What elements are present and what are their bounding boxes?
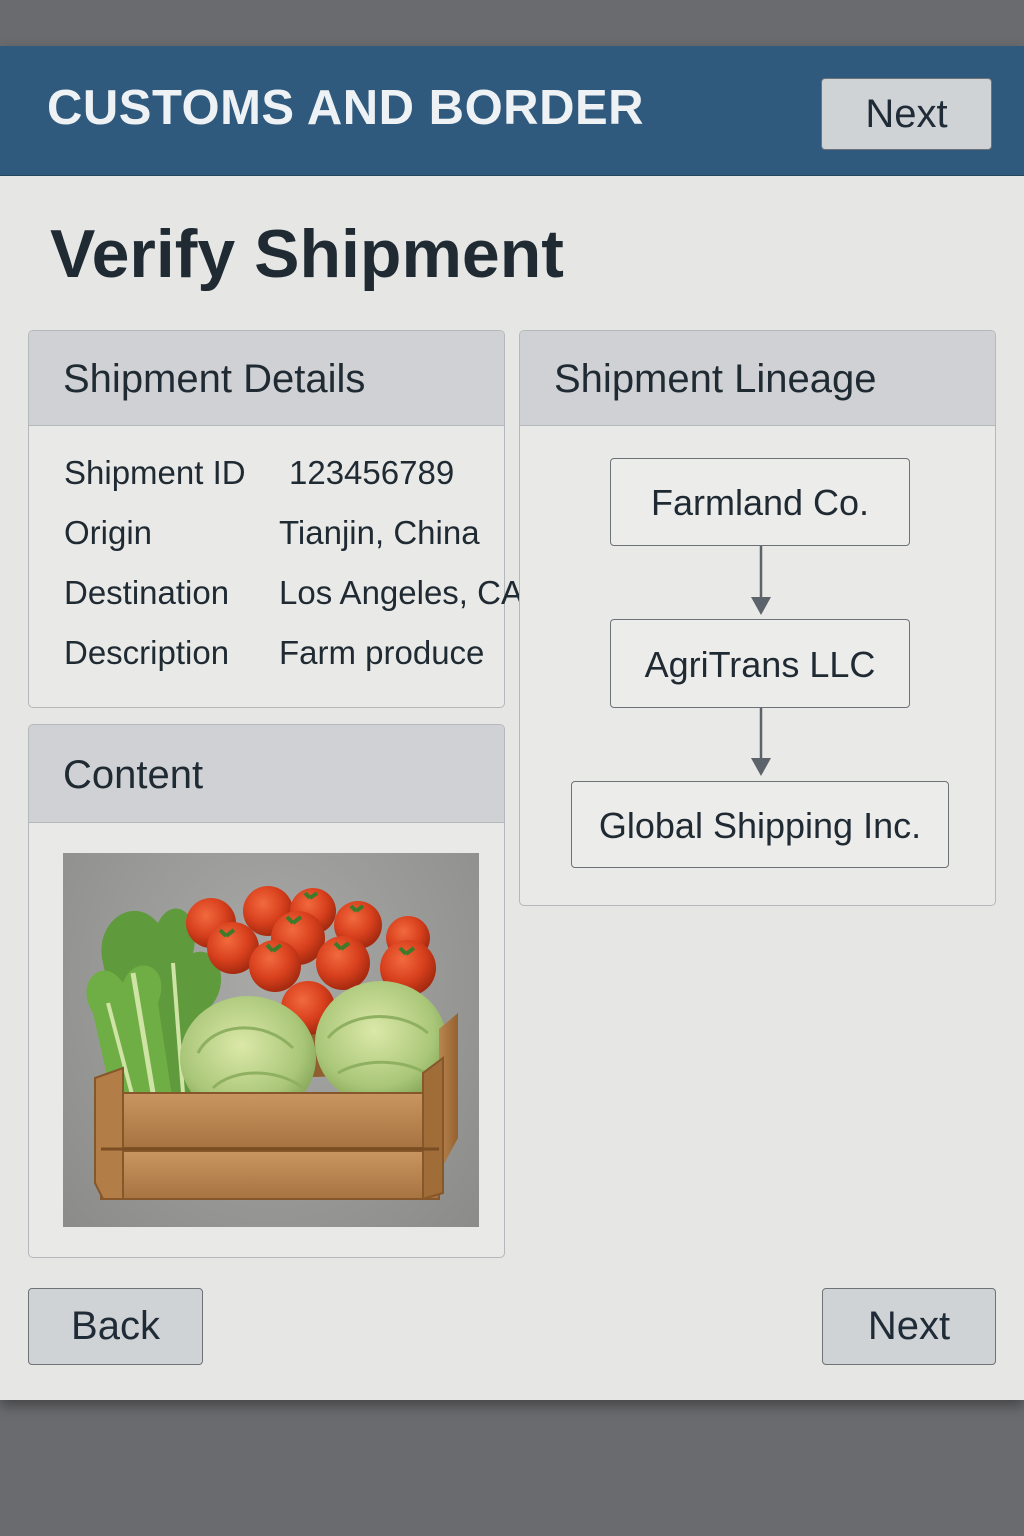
content-heading: Content bbox=[29, 725, 504, 823]
destination-value: Los Angeles, CA bbox=[279, 574, 523, 611]
shipment-id-label: Shipment ID bbox=[64, 454, 246, 491]
header-next-button[interactable]: Next bbox=[821, 78, 992, 150]
produce-crate-illustration bbox=[86, 886, 458, 1201]
lineage-node-farmland[interactable]: Farmland Co. bbox=[610, 458, 910, 546]
shipment-id-value: 123456789 bbox=[289, 454, 455, 491]
shipment-details-heading: Shipment Details bbox=[29, 331, 504, 426]
connector-arrow-2 bbox=[751, 708, 771, 776]
header-bar: CUSTOMS AND BORDER Next bbox=[0, 46, 1024, 176]
content-panel: Content bbox=[28, 724, 505, 1258]
description-label: Description bbox=[64, 634, 230, 671]
app-title: CUSTOMS AND BORDER bbox=[47, 81, 645, 135]
destination-label: Destination bbox=[64, 574, 230, 611]
shipment-lineage-panel: Shipment Lineage Farmland Co. AgriTrans … bbox=[519, 330, 996, 906]
description-value: Farm produce bbox=[279, 634, 485, 671]
back-button[interactable]: Back bbox=[28, 1288, 203, 1365]
lineage-node-global-shipping[interactable]: Global Shipping Inc. bbox=[571, 781, 949, 868]
lineage-node-agritrans[interactable]: AgriTrans LLC bbox=[610, 619, 910, 708]
shipment-details-panel: Shipment Details Shipment ID 123456789 O… bbox=[28, 330, 523, 708]
produce-crate-image bbox=[63, 853, 479, 1227]
page-title: Verify Shipment bbox=[50, 216, 564, 292]
origin-value: Tianjin, China bbox=[279, 514, 480, 551]
app-window: CUSTOMS AND BORDER Next Verify Shipment … bbox=[0, 46, 1024, 1400]
connector-arrow-1 bbox=[751, 546, 771, 615]
footer-next-button[interactable]: Next bbox=[822, 1288, 996, 1365]
origin-label: Origin bbox=[64, 514, 153, 551]
